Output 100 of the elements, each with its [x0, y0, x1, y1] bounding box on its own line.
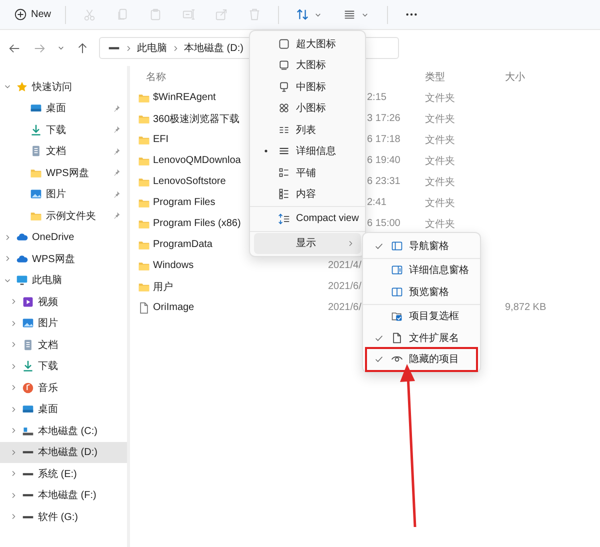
sidebar-item[interactable]: 本地磁盘 (F:): [0, 484, 127, 506]
folder-icon: [138, 154, 150, 166]
download-arrow-icon: [22, 360, 34, 372]
menu-item[interactable]: 预览窗格: [367, 281, 476, 302]
sidebar-item[interactable]: WPS网盘: [0, 162, 127, 184]
folder-icon: [30, 210, 42, 222]
file-name[interactable]: LenovoQMDownloa: [153, 155, 241, 166]
sidebar-item[interactable]: 下载: [0, 119, 127, 140]
sidebar-item[interactable]: 本地磁盘 (D:): [0, 442, 127, 463]
copy-icon: [116, 8, 130, 21]
folder-icon: [138, 260, 150, 272]
monitor-icon: [16, 274, 28, 286]
date-cell: 6 15:00: [367, 218, 400, 229]
tiles-icon: [278, 166, 290, 179]
breadcrumb[interactable]: 此电脑: [137, 41, 167, 55]
sidebar-item[interactable]: 示例文件夹: [0, 205, 127, 226]
highlighted-menu-item[interactable]: 隐藏的项目: [367, 348, 476, 370]
file-icon: [138, 302, 150, 314]
file-name[interactable]: OriImage: [153, 302, 194, 313]
rename-icon: [182, 8, 196, 21]
date-cell: 2021/6/: [328, 281, 362, 292]
menu-item[interactable]: 小图标: [254, 98, 361, 119]
sidebar-item[interactable]: 桌面: [0, 98, 127, 119]
download-arrow-icon: [30, 124, 42, 136]
column-header[interactable]: 名称: [146, 70, 166, 84]
plus-circle-icon: [14, 8, 27, 21]
sidebar-item[interactable]: WPS网盘: [0, 248, 127, 270]
trash-icon: [248, 8, 262, 21]
file-outline-icon: [391, 332, 403, 344]
system-drive-icon: [22, 424, 34, 437]
sidebar-item[interactable]: 文档: [0, 334, 127, 356]
menu-item[interactable]: 导航窗格: [367, 235, 476, 256]
type-cell: 文件夹: [425, 92, 455, 104]
sidebar-item[interactable]: 软件 (G:): [0, 506, 127, 528]
checkbox-icon: [391, 310, 403, 322]
content-icon: [278, 188, 290, 200]
menu-item[interactable]: 文件扩展名: [367, 327, 476, 348]
file-name[interactable]: LenovoSoftstore: [153, 176, 226, 187]
menu-item[interactable]: 详细信息窗格: [367, 260, 476, 281]
clipboard-icon: [149, 8, 162, 21]
sidebar-item[interactable]: 图片: [0, 312, 127, 334]
file-name[interactable]: 用户: [153, 280, 173, 294]
monitor-outline-icon: [278, 80, 290, 93]
desktop-icon: [30, 102, 42, 114]
lines-icon: [343, 8, 356, 21]
pane-icon: [391, 286, 403, 298]
sidebar-item[interactable]: 图片: [0, 184, 127, 205]
compact-icon: [278, 212, 290, 225]
document-icon: [22, 338, 34, 351]
sidebar-item[interactable]: 下载: [0, 356, 127, 377]
forward-arrow-icon: [33, 42, 46, 54]
menu-item[interactable]: 超大图标: [254, 33, 361, 54]
menu-item[interactable]: 大图标: [254, 54, 361, 76]
breadcrumb[interactable]: 本地磁盘 (D:): [184, 41, 244, 55]
menu-item[interactable]: Compact view: [254, 208, 361, 230]
menu-item[interactable]: 显示: [254, 232, 361, 254]
grid-icon: [278, 102, 290, 114]
type-cell: 文件夹: [425, 156, 455, 166]
menu-item[interactable]: 列表: [254, 119, 361, 140]
sidebar-item[interactable]: 系统 (E:): [0, 463, 127, 484]
file-name[interactable]: EFI: [153, 134, 169, 145]
file-name[interactable]: Program Files (x86): [153, 218, 241, 229]
picture-icon: [30, 188, 42, 200]
file-name[interactable]: Program Files: [153, 197, 216, 208]
file-name[interactable]: 360极速浏览器下载: [153, 112, 240, 126]
pane-icon: [391, 240, 403, 252]
menu-item[interactable]: 详细信息: [254, 140, 361, 162]
folder-icon: [138, 196, 150, 208]
folder-icon: [138, 92, 150, 104]
sidebar-item[interactable]: 文档: [0, 140, 127, 162]
desktop-icon: [22, 403, 34, 416]
folder-icon: [138, 238, 150, 250]
column-header[interactable]: 类型: [425, 70, 505, 84]
date-cell: 3 17:26: [367, 113, 400, 124]
sidebar-item[interactable]: OneDrive: [0, 226, 127, 248]
menu-item[interactable]: 项目复选框: [367, 306, 476, 327]
menu-item[interactable]: 中图标: [254, 76, 361, 98]
share-icon: [215, 8, 228, 21]
date-cell: 2:41: [367, 197, 386, 208]
menu-item[interactable]: 平铺: [254, 162, 361, 184]
music-icon: [22, 382, 34, 394]
column-header[interactable]: 大小: [505, 70, 585, 84]
document-icon: [30, 145, 42, 158]
cloud-icon: [16, 252, 28, 265]
sidebar-item[interactable]: 音乐: [0, 377, 127, 398]
file-name[interactable]: Windows: [153, 260, 194, 271]
folder-icon: [138, 280, 150, 292]
sidebar-item[interactable]: 视频: [0, 291, 127, 312]
date-cell: 6 19:40: [367, 155, 400, 166]
date-cell: 2021/6/: [328, 302, 362, 313]
file-name[interactable]: ProgramData: [153, 239, 212, 250]
new-button[interactable]: New: [8, 4, 58, 25]
sidebar-item[interactable]: 桌面: [0, 398, 127, 420]
menu-item[interactable]: 内容: [254, 184, 361, 205]
sidebar-item[interactable]: 此电脑: [0, 270, 127, 291]
up-arrow-icon: [76, 42, 89, 54]
sidebar-item[interactable]: 本地磁盘 (C:): [0, 420, 127, 442]
sidebar-item[interactable]: 快速访问: [0, 76, 127, 98]
type-cell: 文件夹: [425, 134, 455, 146]
file-name[interactable]: $WinREAgent: [153, 92, 216, 103]
